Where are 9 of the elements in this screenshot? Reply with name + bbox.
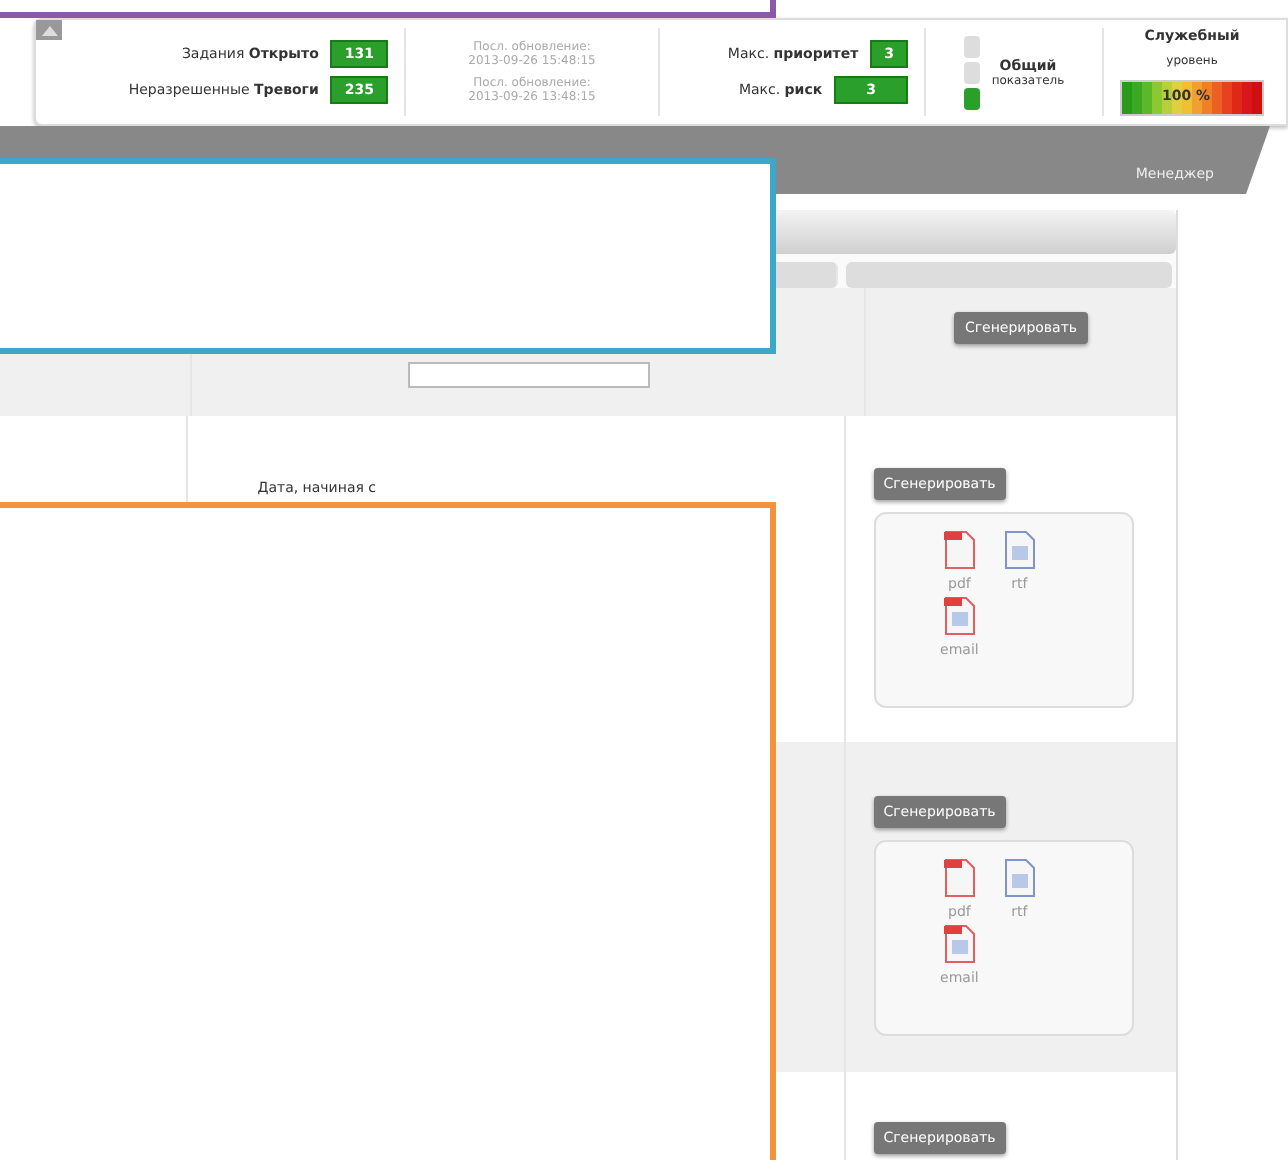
input-field[interactable] [408, 362, 650, 388]
document-icon [1001, 530, 1038, 570]
collapse-button[interactable] [36, 20, 62, 40]
document-icon [1001, 858, 1038, 898]
file-icon [941, 596, 978, 636]
file-icon [941, 858, 978, 898]
file-icon [941, 924, 978, 964]
file-icon [941, 530, 978, 570]
gauge-drawing [1122, 82, 1262, 114]
